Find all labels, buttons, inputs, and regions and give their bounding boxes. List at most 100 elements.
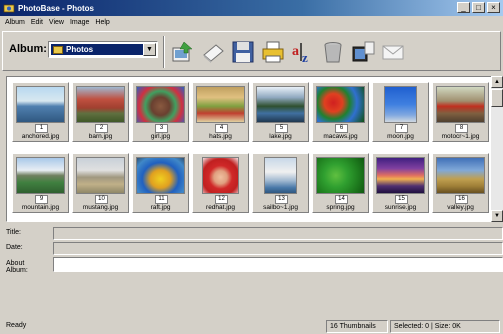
photo-lake — [256, 86, 305, 123]
title-field[interactable] — [53, 227, 503, 240]
floppy-disk-icon — [232, 41, 254, 63]
thumbnail-sailbo[interactable]: 13 sailbo~1.jpg — [252, 153, 309, 213]
thumbnail-number: 10 — [95, 195, 108, 204]
thumbnail-filename: mountain.jpg — [21, 204, 60, 211]
sort-az-icon: a z — [292, 43, 308, 65]
thumbnail-number: 11 — [155, 195, 168, 204]
thumbnail-filename: macaws.jpg — [323, 133, 358, 140]
minimize-button[interactable]: _ — [457, 2, 470, 13]
thumbnail-number: 6 — [335, 124, 348, 133]
photo-valley — [436, 157, 485, 194]
thumbnail-filename: valley.jpg — [447, 204, 474, 211]
thumbnail-filename: raft.jpg — [150, 204, 171, 211]
app-icon — [3, 4, 15, 13]
thumbnail-spring[interactable]: 14 spring.jpg — [312, 153, 369, 213]
import-photos-icon — [172, 41, 193, 62]
thumbnail-number: 13 — [275, 195, 288, 204]
scroll-down-icon[interactable]: ▼ — [491, 210, 503, 222]
thumbnail-girl[interactable]: 3 girl.jpg — [132, 82, 189, 142]
thumbnail-mustang[interactable]: 10 mustang.jpg — [72, 153, 129, 213]
status-bar: Ready 16 Thumbnails Selected: 0 | Size: … — [0, 318, 503, 334]
folder-icon — [53, 45, 63, 54]
menu-bar: Album Edit View Image Help — [0, 16, 503, 29]
import-photos-button[interactable] — [168, 37, 198, 67]
thumbnail-barn[interactable]: 2 barn.jpg — [72, 82, 129, 142]
thumbnail-number: 12 — [215, 195, 228, 204]
photo-mustang — [76, 157, 125, 194]
email-button[interactable] — [378, 37, 408, 67]
thumbnail-macaws[interactable]: 6 macaws.jpg — [312, 82, 369, 142]
photo-raft — [136, 157, 185, 194]
thumbnail-anchored[interactable]: 1 anchored.jpg — [12, 82, 69, 142]
date-field[interactable] — [53, 242, 503, 255]
thumbnail-raft[interactable]: 11 raft.jpg — [132, 153, 189, 213]
thumbnail-filename: hats.jpg — [209, 133, 232, 140]
slideshow-icon — [352, 41, 375, 62]
photo-redhat — [202, 157, 239, 194]
album-select-value-box: Photos — [51, 44, 143, 55]
photo-moon — [384, 86, 417, 123]
thumbnail-number: 7 — [395, 124, 408, 133]
photo-sailbo — [264, 157, 297, 194]
thumbnail-filename: anchored.jpg — [21, 133, 60, 140]
thumbnail-sunrise[interactable]: 15 sunrise.jpg — [372, 153, 429, 213]
thumbnail-scrollbar[interactable]: ▲ ▼ — [491, 76, 503, 222]
thumbnail-valley[interactable]: 16 valley.jpg — [432, 153, 489, 213]
thumbnail-filename: sunrise.jpg — [384, 204, 417, 211]
dropdown-arrow-icon[interactable]: ▼ — [143, 43, 156, 56]
menu-help[interactable]: Help — [95, 19, 109, 26]
thumbnail-redhat[interactable]: 12 redhat.jpg — [192, 153, 249, 213]
thumbnail-filename: mustang.jpg — [82, 204, 119, 211]
photo-hats — [196, 86, 245, 123]
thumbnail-filename: motocr~1.jpg — [441, 133, 480, 140]
thumbnail-hats[interactable]: 4 hats.jpg — [192, 82, 249, 142]
thumbnail-mountain[interactable]: 9 mountain.jpg — [12, 153, 69, 213]
thumbnail-filename: spring.jpg — [326, 204, 355, 211]
thumbnail-number: 8 — [455, 124, 468, 133]
thumbnail-number: 14 — [335, 195, 348, 204]
printer-icon — [262, 41, 284, 63]
thumbnail-number: 9 — [35, 195, 48, 204]
toolbar-separator — [163, 36, 165, 68]
thumbnail-number: 4 — [215, 124, 228, 133]
print-button[interactable] — [258, 37, 288, 67]
thumbnail-motocr[interactable]: 8 motocr~1.jpg — [432, 82, 489, 142]
thumbnail-filename: lake.jpg — [269, 133, 292, 140]
thumbnail-lake[interactable]: 5 lake.jpg — [252, 82, 309, 142]
thumbnail-moon[interactable]: 7 moon.jpg — [372, 82, 429, 142]
about-album-field[interactable] — [53, 257, 503, 272]
slideshow-button[interactable] — [348, 37, 378, 67]
photo-anchored — [16, 86, 65, 123]
svg-text:z: z — [302, 50, 308, 65]
thumbnail-filename: sailbo~1.jpg — [263, 204, 298, 211]
photo-macaws — [316, 86, 365, 123]
album-select-value: Photos — [66, 45, 94, 54]
maximize-button[interactable]: □ — [472, 2, 485, 13]
save-button[interactable] — [228, 37, 258, 67]
eraser-button[interactable] — [198, 37, 228, 67]
menu-view[interactable]: View — [49, 19, 64, 26]
toolbar: Album: Photos ▼ a z — [2, 31, 501, 71]
delete-button[interactable] — [318, 37, 348, 67]
thumbnail-filename: girl.jpg — [150, 133, 171, 140]
photo-spring — [316, 157, 365, 194]
status-ready: Ready — [6, 322, 27, 329]
thumbnail-number: 2 — [95, 124, 108, 133]
menu-image[interactable]: Image — [70, 19, 89, 26]
menu-edit[interactable]: Edit — [31, 19, 43, 26]
sort-button[interactable]: a z — [288, 37, 318, 67]
window-title: PhotoBase - Photos — [18, 3, 95, 13]
close-button[interactable]: × — [487, 2, 500, 13]
thumbnail-number: 16 — [455, 195, 468, 204]
scroll-up-icon[interactable]: ▲ — [491, 76, 503, 88]
envelope-icon — [382, 45, 404, 60]
thumbnail-number: 3 — [155, 124, 168, 133]
status-thumbnail-count: 16 Thumbnails — [326, 320, 388, 333]
photo-sunrise — [376, 157, 425, 194]
scrollbar-thumb[interactable] — [491, 89, 503, 107]
menu-album[interactable]: Album — [5, 19, 25, 26]
thumbnail-number: 5 — [275, 124, 288, 133]
thumbnail-number: 1 — [35, 124, 48, 133]
album-select[interactable]: Photos ▼ — [48, 41, 158, 58]
photo-motocr — [436, 86, 485, 123]
